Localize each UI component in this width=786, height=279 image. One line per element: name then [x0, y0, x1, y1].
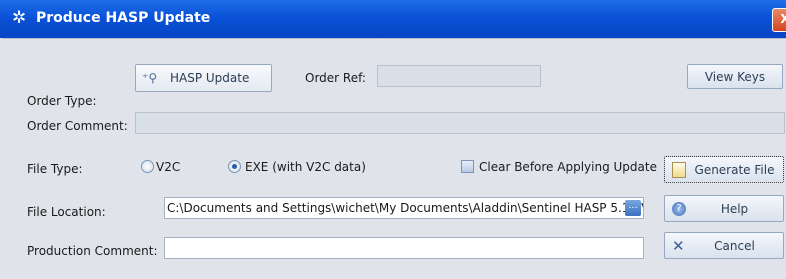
help-label: Help: [720, 201, 749, 216]
order-type-label: Order Type:: [27, 94, 97, 108]
exe-radio-label[interactable]: EXE (with V2C data): [245, 160, 366, 174]
production-comment-input[interactable]: [164, 237, 644, 259]
order-comment-label: Order Comment:: [27, 119, 128, 133]
produce-hasp-update-dialog: ✲ Produce HASP Update X Order Type: ⁺⚲ H…: [0, 0, 786, 279]
file-location-label: File Location:: [27, 205, 106, 219]
order-type-field: ⁺⚲ HASP Update: [135, 64, 272, 92]
hasp-key-icon: ⁺⚲: [142, 71, 158, 85]
window-title: Produce HASP Update: [36, 10, 211, 26]
dialog-body: Order Type: ⁺⚲ HASP Update Order Ref: Vi…: [2, 38, 786, 279]
generate-file-button[interactable]: Generate File: [664, 156, 784, 183]
file-type-label: File Type:: [27, 162, 83, 176]
close-button[interactable]: X: [772, 8, 786, 32]
order-type-value: HASP Update: [170, 71, 250, 85]
clear-before-label[interactable]: Clear Before Applying Update: [479, 160, 657, 174]
file-location-input[interactable]: C:\Documents and Settings\wichet\My Docu…: [164, 197, 644, 219]
help-icon: ?: [672, 201, 686, 216]
production-comment-label: Production Comment:: [27, 244, 158, 258]
generate-file-label: Generate File: [694, 162, 775, 177]
order-comment-input[interactable]: [135, 112, 785, 134]
cancel-button[interactable]: ✕ Cancel: [664, 232, 784, 259]
v2c-radio-label[interactable]: V2C: [156, 160, 180, 174]
document-icon: [672, 161, 686, 178]
v2c-radio[interactable]: [141, 160, 154, 173]
app-icon: ✲: [12, 8, 27, 28]
exe-radio[interactable]: [228, 160, 241, 173]
title-bar: ✲ Produce HASP Update X: [0, 0, 786, 38]
file-location-value: C:\Documents and Settings\wichet\My Docu…: [167, 201, 644, 215]
view-keys-label: View Keys: [704, 69, 766, 84]
view-keys-button[interactable]: View Keys: [687, 64, 783, 89]
order-ref-label: Order Ref:: [305, 71, 366, 85]
clear-before-checkbox[interactable]: [461, 160, 474, 173]
order-ref-input[interactable]: [377, 65, 541, 87]
browse-button[interactable]: ...: [625, 200, 641, 216]
cancel-icon: ✕: [672, 236, 685, 255]
help-button[interactable]: ? Help: [664, 195, 784, 222]
cancel-label: Cancel: [714, 238, 755, 253]
